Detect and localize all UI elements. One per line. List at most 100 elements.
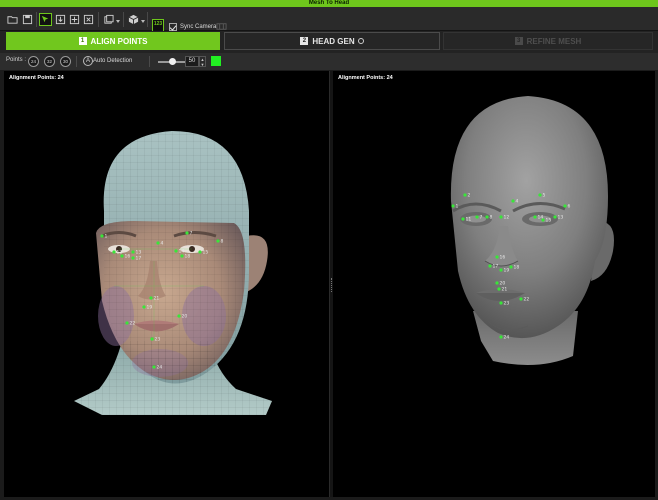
alignment-point-label: 17 — [493, 264, 499, 270]
alignment-point-label: 21 — [502, 287, 508, 293]
alignment-point-label: 8 — [490, 215, 493, 221]
viewport-source-mesh[interactable]: Alignment Points: 24 1 4 7 8 12 13 14 15… — [4, 71, 330, 497]
alignment-point-17[interactable] — [488, 264, 492, 268]
tab-refine-mesh: 3 REFINE MESH — [443, 32, 653, 50]
alignment-point-24[interactable] — [499, 335, 503, 339]
point-size-slider[interactable] — [158, 58, 186, 65]
point-size-value[interactable]: 50 — [185, 56, 199, 67]
alignment-point-12[interactable] — [112, 250, 116, 254]
alignment-point-label: 14 — [179, 249, 185, 255]
alignment-point-13[interactable] — [553, 215, 557, 219]
alignment-point-23[interactable] — [150, 337, 154, 341]
alignment-point-22[interactable] — [519, 297, 523, 301]
alignment-point-8[interactable] — [485, 215, 489, 219]
alignment-point-label: 23 — [155, 337, 161, 343]
preset-30-button[interactable]: 30 — [60, 56, 71, 67]
alignment-point-18[interactable] — [180, 254, 184, 258]
alignment-point-8[interactable] — [216, 239, 220, 243]
preset-32-button[interactable]: 32 — [44, 56, 55, 67]
alignment-point-14[interactable] — [174, 249, 178, 253]
auto-detection-icon[interactable]: A — [83, 56, 93, 66]
folder-open-icon[interactable] — [6, 13, 19, 26]
alignment-point-24[interactable] — [152, 365, 156, 369]
alignment-point-label: 20 — [182, 314, 188, 320]
alignment-point-20[interactable] — [495, 281, 499, 285]
select-point-icon[interactable] — [39, 13, 52, 26]
alignment-point-21[interactable] — [149, 296, 153, 300]
cube-view-dropdown-icon[interactable] — [141, 20, 145, 23]
viewport-title: Alignment Points: 24 — [338, 75, 393, 81]
alignment-point-label: 13 — [558, 215, 564, 221]
auto-detection-button[interactable]: Auto Detection — [93, 58, 132, 64]
alignment-point-7[interactable] — [475, 215, 479, 219]
alignment-point-1[interactable] — [100, 234, 104, 238]
save-icon[interactable] — [21, 13, 34, 26]
alignment-point-label: 20 — [500, 281, 506, 287]
cube-view-icon[interactable] — [127, 13, 140, 26]
alignment-point-12[interactable] — [499, 215, 503, 219]
alignment-point-label: 8 — [221, 239, 224, 245]
alignment-point-15[interactable] — [541, 218, 545, 222]
point-color-swatch[interactable] — [211, 56, 221, 66]
alignment-point-2[interactable] — [463, 193, 467, 197]
alignment-point-4[interactable] — [156, 241, 160, 245]
alignment-point-label: 23 — [504, 301, 510, 307]
alignment-point-6[interactable] — [563, 204, 567, 208]
tab-label: ALIGN POINTS — [90, 36, 148, 46]
alignment-point-19[interactable] — [499, 268, 503, 272]
transform-icon[interactable] — [82, 13, 95, 26]
step-number: 2 — [300, 37, 309, 45]
move-point-icon[interactable] — [68, 13, 81, 26]
sync-camera-label: Sync Camera — [180, 24, 217, 30]
alignment-point-label: 13 — [136, 250, 142, 256]
preset-24-button[interactable]: 24 — [28, 56, 39, 67]
layers-dropdown-icon[interactable] — [116, 20, 120, 23]
tab-label: REFINE MESH — [526, 36, 582, 46]
sync-camera-checkbox[interactable] — [169, 23, 177, 31]
alignment-point-1[interactable] — [451, 204, 455, 208]
alignment-point-16[interactable] — [495, 255, 499, 259]
alignment-point-label: 15 — [546, 218, 552, 224]
alignment-point-label: 16 — [500, 255, 506, 261]
viewport-target-head[interactable]: Alignment Points: 24 1 2 4 5 6 7 8 11 12… — [333, 71, 655, 497]
alignment-point-13[interactable] — [131, 250, 135, 254]
alignment-point-11[interactable] — [461, 217, 465, 221]
points-label: Points : — [6, 57, 27, 63]
alignment-point-23[interactable] — [499, 301, 503, 305]
alignment-point-14[interactable] — [533, 215, 537, 219]
alignment-point-22[interactable] — [125, 321, 129, 325]
alignment-point-21[interactable] — [497, 287, 501, 291]
layers-icon[interactable] — [102, 13, 115, 26]
alignment-point-7[interactable] — [185, 231, 189, 235]
step-tabs: 1 ALIGN POINTS 2 HEAD GEN 3 REFINE MESH — [0, 31, 658, 53]
toolbar: 123 Sync Camera — [0, 7, 658, 32]
slider-handle[interactable] — [168, 58, 176, 65]
alignment-point-17[interactable] — [131, 256, 135, 260]
alignment-point-label: 16 — [125, 254, 131, 260]
spin-buttons[interactable]: ▲ ▼ — [199, 56, 206, 67]
alignment-point-label: 11 — [466, 217, 472, 223]
alignment-point-label: 24 — [504, 335, 510, 341]
alignment-point-label: 24 — [157, 365, 163, 371]
import-icon[interactable] — [54, 13, 67, 26]
alignment-point-5[interactable] — [538, 193, 542, 197]
alignment-point-4[interactable] — [511, 199, 515, 203]
viewport-title: Alignment Points: 24 — [9, 75, 64, 81]
alignment-point-label: 6 — [568, 204, 571, 210]
alignment-point-15[interactable] — [198, 250, 202, 254]
preset-label: 32 — [46, 59, 52, 64]
point-numbers-label: 123 — [153, 21, 163, 27]
alignment-point-label: 4 — [516, 199, 519, 205]
settings-gear-icon[interactable] — [357, 38, 364, 44]
options-bar: Points : 24 32 30 A Auto Detection 50 ▲ ▼ — [0, 53, 658, 70]
tab-head-gen[interactable]: 2 HEAD GEN — [224, 32, 440, 50]
alignment-point-label: 1 — [105, 234, 108, 240]
alignment-point-16[interactable] — [120, 254, 124, 258]
alignment-point-label: 19 — [147, 305, 153, 311]
alignment-point-20[interactable] — [177, 314, 181, 318]
alignment-point-18[interactable] — [509, 265, 513, 269]
alignment-point-label: 4 — [161, 241, 164, 247]
alignment-point-19[interactable] — [142, 305, 146, 309]
splitter-grip-icon[interactable] — [331, 278, 332, 292]
tab-align-points[interactable]: 1 ALIGN POINTS — [6, 32, 220, 50]
